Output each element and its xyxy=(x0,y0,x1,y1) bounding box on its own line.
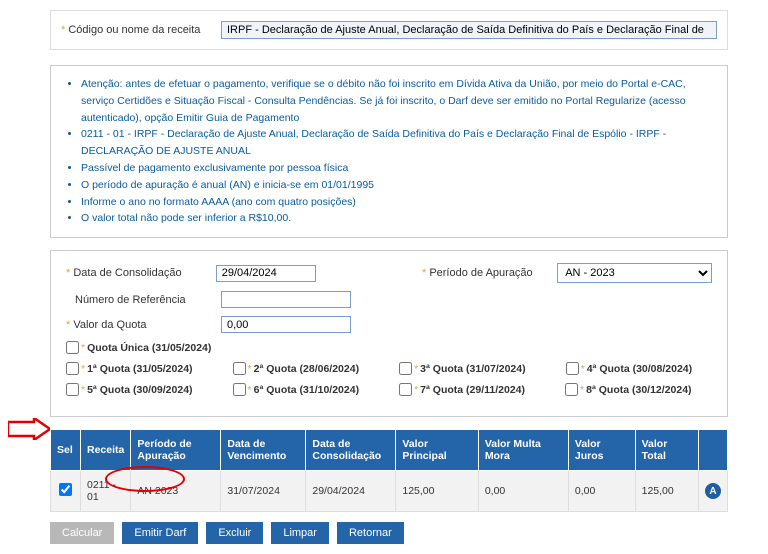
th-vencimento: Data de Vencimento xyxy=(221,430,306,471)
quota-unica-checkbox[interactable]: * Quota Única (31/05/2024) xyxy=(66,341,211,354)
numero-referencia-input[interactable] xyxy=(221,291,351,308)
calcular-button: Calcular xyxy=(50,522,114,544)
th-consolidacao: Data de Consolidação xyxy=(306,430,396,471)
annotation-arrow-icon xyxy=(8,418,50,440)
cell-periodo: AN 2023 xyxy=(131,471,221,512)
th-principal: Valor Principal xyxy=(396,430,478,471)
info-item: Atenção: antes de efetuar o pagamento, v… xyxy=(81,76,712,126)
cell-consolidacao: 29/04/2024 xyxy=(306,471,396,512)
quota-8-checkbox[interactable]: * 8ª Quota (30/12/2024) xyxy=(565,383,692,396)
quota-2-checkbox[interactable]: * 2ª Quota (28/06/2024) xyxy=(233,362,360,375)
quota-3-checkbox[interactable]: * 3ª Quota (31/07/2024) xyxy=(399,362,526,375)
quota-4-checkbox[interactable]: * 4ª Quota (30/08/2024) xyxy=(566,362,693,375)
codigo-receita-input[interactable] xyxy=(221,21,717,39)
codigo-receita-label: * Código ou nome da receita xyxy=(61,24,221,36)
valor-quota-input[interactable] xyxy=(221,316,351,333)
limpar-button[interactable]: Limpar xyxy=(271,522,329,544)
table-row: 0211 - 01 AN 2023 31/07/2024 29/04/2024 … xyxy=(51,471,728,512)
info-box: Atenção: antes de efetuar o pagamento, v… xyxy=(50,65,728,238)
th-sel: Sel xyxy=(51,430,81,471)
valor-quota-label: * Valor da Quota xyxy=(66,319,221,331)
th-juros: Valor Juros xyxy=(568,430,635,471)
quota-5-checkbox[interactable]: * 5ª Quota (30/09/2024) xyxy=(66,383,193,396)
quota-7-checkbox[interactable]: * 7ª Quota (29/11/2024) xyxy=(399,383,525,396)
quota-1-checkbox[interactable]: * 1ª Quota (31/05/2024) xyxy=(66,362,193,375)
numero-referencia-label: Número de Referência xyxy=(66,294,221,306)
cell-multa: 0,00 xyxy=(478,471,568,512)
retornar-button[interactable]: Retornar xyxy=(337,522,404,544)
quota-6-checkbox[interactable]: * 6ª Quota (31/10/2024) xyxy=(233,383,360,396)
th-multa: Valor Multa Mora xyxy=(478,430,568,471)
th-receita: Receita xyxy=(81,430,131,471)
data-consolidacao-label: * Data de Consolidação xyxy=(66,267,216,279)
cell-total: 125,00 xyxy=(635,471,698,512)
info-item: O valor total não pode ser inferior a R$… xyxy=(81,210,712,227)
row-action-icon[interactable]: A xyxy=(705,483,721,499)
data-consolidacao-input[interactable] xyxy=(216,265,316,282)
info-item: O período de apuração é anual (AN) e ini… xyxy=(81,177,712,194)
quotas-table: Sel Receita Período de Apuração Data de … xyxy=(50,429,728,512)
info-item: 0211 - 01 - IRPF - Declaração de Ajuste … xyxy=(81,126,712,160)
th-total: Valor Total xyxy=(635,430,698,471)
th-action xyxy=(699,430,728,471)
th-periodo: Período de Apuração xyxy=(131,430,221,471)
cell-vencimento: 31/07/2024 xyxy=(221,471,306,512)
emitir-darf-button[interactable]: Emitir Darf xyxy=(122,522,198,544)
info-item: Passível de pagamento exclusivamente por… xyxy=(81,160,712,177)
cell-receita: 0211 - 01 xyxy=(81,471,131,512)
cell-juros: 0,00 xyxy=(568,471,635,512)
row-select-checkbox[interactable] xyxy=(59,483,72,496)
info-item: Informe o ano no formato AAAA (ano com q… xyxy=(81,194,712,211)
cell-principal: 125,00 xyxy=(396,471,478,512)
periodo-apuracao-select[interactable]: AN - 2023 xyxy=(557,263,712,283)
periodo-apuracao-label: * Período de Apuração xyxy=(422,267,557,279)
excluir-button[interactable]: Excluir xyxy=(206,522,263,544)
